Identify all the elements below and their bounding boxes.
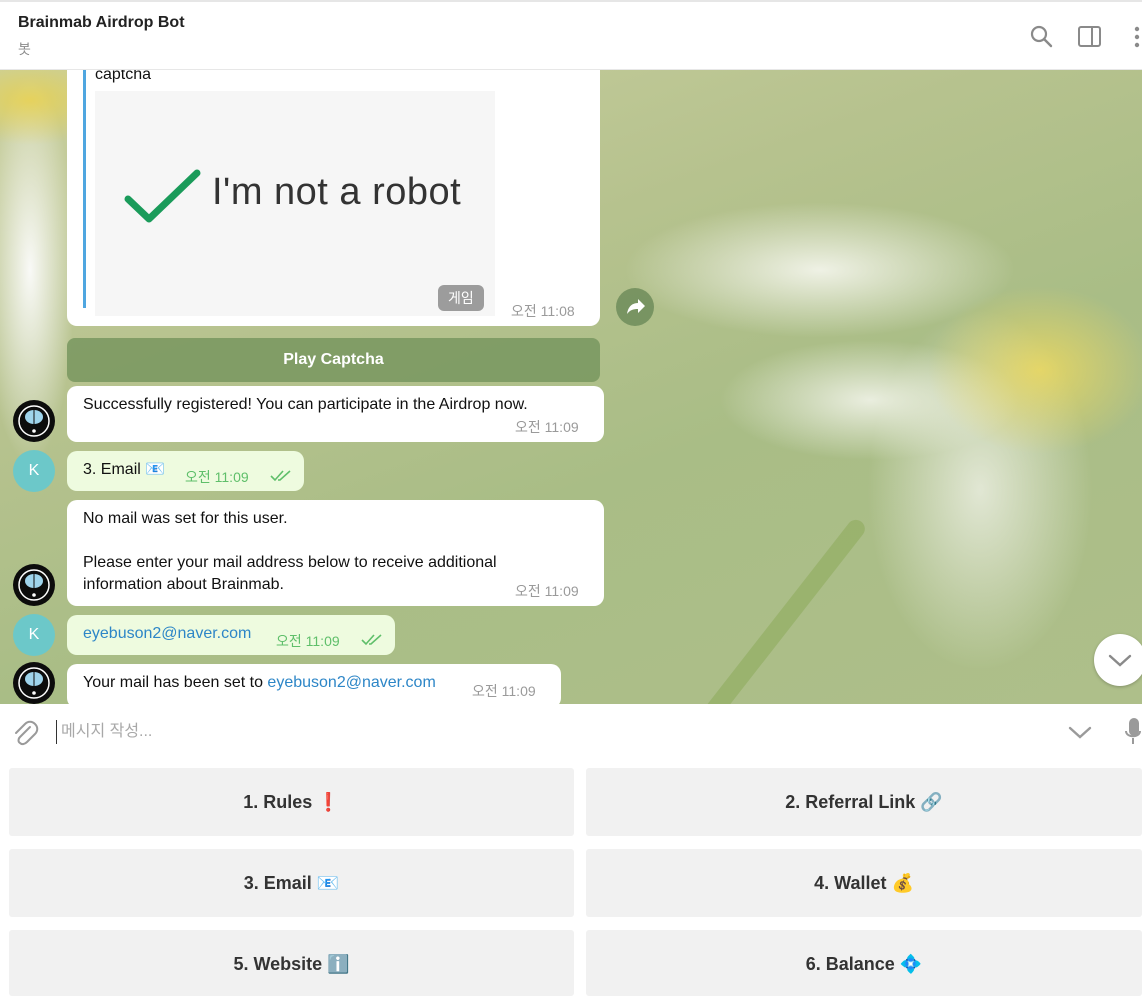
more-menu-icon[interactable] [1128,24,1142,50]
message-composer [0,704,1142,760]
double-check-icon [270,468,294,490]
brain-icon [18,405,50,437]
referral-link-button[interactable]: 2. Referral Link 🔗 [586,768,1142,836]
bot-avatar[interactable] [13,400,55,442]
message-prefix: Your mail has been set to [83,674,268,691]
rules-button[interactable]: 1. Rules ❗ [9,768,574,836]
message-text: 3. Email 📧 [83,461,166,478]
no-mail-message: No mail was set for this user. Please en… [67,500,604,606]
wallet-button[interactable]: 4. Wallet 💰 [586,849,1142,917]
email-link[interactable]: eyebuson2@naver.com [83,623,251,645]
checkmark-icon [123,167,203,234]
message-time: 오전 11:09 [515,583,579,599]
quote-bar [83,70,86,308]
bot-reply-keyboard: 1. Rules ❗ 2. Referral Link 🔗 3. Email 📧… [0,760,1142,996]
brain-icon [18,569,50,601]
sidebar-toggle-icon[interactable] [1077,24,1103,50]
user-email-message: eyebuson2@naver.com 오전 11:09 [67,615,395,655]
hide-keyboard-icon[interactable] [1066,720,1094,749]
attach-icon[interactable] [10,718,40,753]
captcha-game-message: captcha I'm not a robot 게임 오전 11:08 [67,70,600,326]
message-time: 오전 11:09 [276,633,340,649]
website-button[interactable]: 5. Website ℹ️ [9,930,574,996]
double-check-icon [361,632,385,654]
search-icon[interactable] [1029,24,1055,50]
email-link[interactable]: eyebuson2@naver.com [267,674,435,691]
message-input[interactable] [56,720,956,744]
scroll-down-button[interactable] [1094,634,1142,686]
mail-set-message: Your mail has been set to eyebuson2@nave… [67,664,561,704]
message-time: 오전 11:09 [185,469,249,485]
bot-avatar[interactable] [13,564,55,606]
user-avatar[interactable]: K [13,450,55,492]
message-time: 오전 11:08 [511,303,575,319]
brain-icon [18,667,50,699]
chat-title[interactable]: Brainmab Airdrop Bot [18,14,185,32]
share-arrow-icon [627,299,645,314]
registered-message: Successfully registered! You can partici… [67,386,604,442]
user-email-choice-message: 3. Email 📧 오전 11:09 [67,451,304,491]
message-line: No mail was set for this user. [83,510,288,527]
message-time: 오전 11:09 [515,419,579,435]
play-captcha-button[interactable]: Play Captcha [67,338,600,382]
share-button[interactable] [616,288,654,326]
message-text: Your mail has been set to eyebuson2@nave… [83,672,436,694]
chat-subtitle: 봇 [18,41,31,57]
microphone-icon[interactable] [1124,716,1142,755]
message-text: Successfully registered! You can partici… [83,396,528,413]
captcha-game-image[interactable]: I'm not a robot 게임 [95,91,495,316]
balance-button[interactable]: 6. Balance 💠 [586,930,1142,996]
chat-header: Brainmab Airdrop Bot 봇 [0,0,1142,70]
message-line: Please enter your mail address below to … [83,554,497,571]
background-flower-stem [669,516,869,704]
chevron-down-icon [1108,654,1132,667]
email-button[interactable]: 3. Email 📧 [9,849,574,917]
bot-avatar[interactable] [13,662,55,704]
user-avatar[interactable]: K [13,614,55,656]
message-time: 오전 11:09 [472,683,536,699]
game-badge: 게임 [438,285,484,311]
captcha-image-text: I'm not a robot [212,171,462,213]
captcha-label: captcha [95,70,152,83]
chat-history[interactable]: captcha I'm not a robot 게임 오전 11:08 Play… [0,70,1142,704]
message-line: information about Brainmab. [83,576,284,593]
